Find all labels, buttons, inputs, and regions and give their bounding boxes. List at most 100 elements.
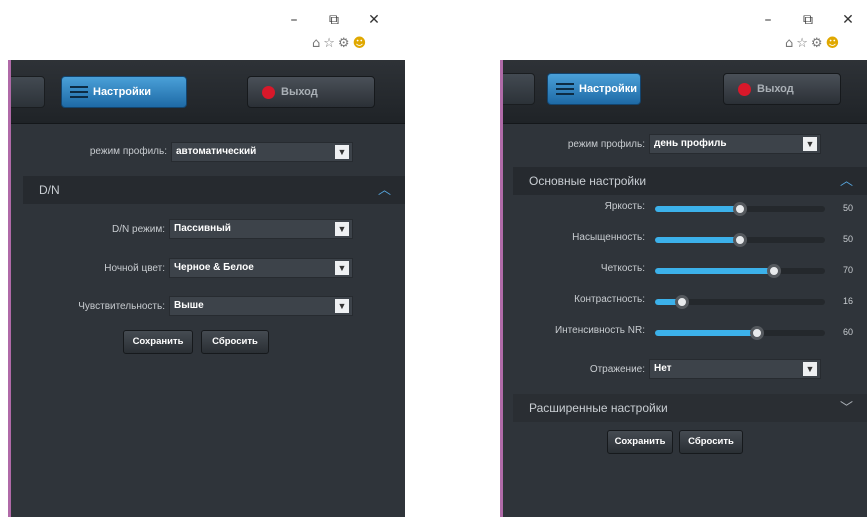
right-settings-body: режим профиль: день профиль ▼ Основные н… xyxy=(503,124,867,517)
restore-button[interactable]: ⧉ xyxy=(788,12,828,28)
mirror-value: Нет xyxy=(654,363,672,374)
sensitivity-label: Чувствительность: xyxy=(78,301,165,312)
list-icon xyxy=(70,86,88,98)
dn-mode-value: Пассивный xyxy=(174,223,231,234)
chevron-down-icon: ▼ xyxy=(335,299,349,313)
dn-mode-label: D/N режим: xyxy=(112,224,165,235)
left-settings-button[interactable]: Настройки xyxy=(61,76,187,108)
slider-track[interactable] xyxy=(655,295,825,309)
slider-fill xyxy=(655,206,740,212)
minimize-button[interactable]: – xyxy=(274,12,314,28)
slider-handle[interactable] xyxy=(750,326,764,340)
chevron-down-icon: ▼ xyxy=(335,145,349,159)
profile-mode-value: автоматический xyxy=(176,146,257,157)
chevron-down-icon: ﹀ xyxy=(839,400,853,415)
star-icon[interactable]: ☆ xyxy=(796,36,808,51)
slider-track[interactable] xyxy=(655,264,825,278)
close-button[interactable]: ✕ xyxy=(828,12,867,28)
slider-value: 50 xyxy=(843,203,854,213)
profile-mode-label: режим профиль: xyxy=(567,139,645,150)
home-icon[interactable]: ⌂ xyxy=(785,36,793,51)
left-window-controls: – ⧉ ✕ xyxy=(274,12,394,28)
slider-value: 16 xyxy=(843,296,854,306)
chevron-down-icon: ▼ xyxy=(803,362,817,376)
right-exit-button[interactable]: Выход xyxy=(723,73,841,105)
profile-mode-select[interactable]: день профиль ▼ xyxy=(649,134,821,154)
close-button[interactable]: ✕ xyxy=(354,12,394,28)
basic-settings-header[interactable]: Основные настройки ︿ xyxy=(513,167,867,195)
save-button[interactable]: Сохранить xyxy=(123,330,193,354)
sensitivity-value: Выше xyxy=(174,300,204,311)
left-exit-button[interactable]: Выход xyxy=(247,76,375,108)
dn-section-title: D/N xyxy=(39,183,60,197)
mirror-select[interactable]: Нет ▼ xyxy=(649,359,821,379)
exit-label: Выход xyxy=(281,86,318,98)
profile-mode-label: режим профиль: xyxy=(89,146,167,157)
settings-label: Настройки xyxy=(579,83,638,95)
right-topbar: Настройки Выход xyxy=(503,60,867,124)
gear-icon[interactable]: ⚙ xyxy=(338,36,350,51)
restore-button[interactable]: ⧉ xyxy=(314,12,354,28)
list-icon xyxy=(556,83,574,95)
chevron-up-icon: ︿ xyxy=(839,173,853,188)
minimize-button[interactable]: – xyxy=(748,12,788,28)
record-dot-icon xyxy=(262,85,275,99)
slider-track[interactable] xyxy=(655,326,825,340)
left-nav-button[interactable] xyxy=(11,76,45,108)
save-button[interactable]: Сохранить xyxy=(607,430,673,454)
chevron-down-icon: ▼ xyxy=(335,261,349,275)
left-settings-body: режим профиль: автоматический ▼ D/N ︿ D/… xyxy=(11,124,405,517)
basic-settings-title: Основные настройки xyxy=(529,174,647,188)
home-icon[interactable]: ⌂ xyxy=(312,36,320,51)
reset-button[interactable]: Сбросить xyxy=(679,430,743,454)
right-browser-toolbar-icons: ⌂ ☆ ⚙ ☻ xyxy=(785,36,839,51)
slider-fill xyxy=(655,237,740,243)
slider-value: 50 xyxy=(843,234,854,244)
slider-handle[interactable] xyxy=(675,295,690,309)
reset-button[interactable]: Сбросить xyxy=(201,330,269,354)
sensitivity-select[interactable]: Выше ▼ xyxy=(169,296,353,316)
star-icon[interactable]: ☆ xyxy=(323,36,335,51)
slider-fill xyxy=(655,330,757,336)
advanced-settings-title: Расширенные настройки xyxy=(529,401,668,415)
night-color-select[interactable]: Черное & Белое ▼ xyxy=(169,258,353,278)
exit-label: Выход xyxy=(757,83,794,95)
slider-track[interactable] xyxy=(655,233,825,247)
left-topbar: Настройки Выход xyxy=(11,60,405,124)
profile-mode-select[interactable]: автоматический ▼ xyxy=(171,142,353,162)
gear-icon[interactable]: ⚙ xyxy=(811,36,823,51)
right-window-controls: – ⧉ ✕ xyxy=(748,12,867,28)
slider-label: Контрастность: xyxy=(574,294,645,305)
left-browser-toolbar-icons: ⌂ ☆ ⚙ ☻ xyxy=(312,36,366,51)
dn-section-header[interactable]: D/N ︿ xyxy=(23,176,405,204)
slider-label: Насыщенность: xyxy=(572,232,645,243)
mirror-label: Отражение: xyxy=(589,364,645,375)
slider-handle[interactable] xyxy=(733,233,747,247)
slider-label: Яркость: xyxy=(604,201,645,212)
slider-track[interactable] xyxy=(655,202,825,216)
advanced-settings-header[interactable]: Расширенные настройки ﹀ xyxy=(513,394,867,422)
smiley-icon[interactable]: ☻ xyxy=(826,36,840,51)
right-camera-settings-app: Настройки Выход режим профиль: день проф… xyxy=(500,60,867,517)
right-browser-window: – ⧉ ✕ ⌂ ☆ ⚙ ☻ Настройки Выход режим проф… xyxy=(460,0,867,517)
chevron-up-icon: ︿ xyxy=(377,182,391,197)
slider-handle[interactable] xyxy=(767,264,781,278)
night-color-value: Черное & Белое xyxy=(174,262,254,273)
slider-fill xyxy=(655,268,774,274)
dn-mode-select[interactable]: Пассивный ▼ xyxy=(169,219,353,239)
smiley-icon[interactable]: ☻ xyxy=(353,36,367,51)
left-camera-settings-app: Настройки Выход режим профиль: автоматич… xyxy=(8,60,405,517)
slider-handle[interactable] xyxy=(733,202,747,216)
slider-value: 60 xyxy=(843,327,854,337)
slider-label: Четкость: xyxy=(600,263,645,274)
profile-mode-value: день профиль xyxy=(654,138,727,149)
slider-value: 70 xyxy=(843,265,854,275)
left-browser-window: – ⧉ ✕ ⌂ ☆ ⚙ ☻ Настройки Выход режим проф… xyxy=(0,0,410,517)
right-settings-button[interactable]: Настройки xyxy=(547,73,641,105)
chevron-down-icon: ▼ xyxy=(335,222,349,236)
chevron-down-icon: ▼ xyxy=(803,137,817,151)
night-color-label: Ночной цвет: xyxy=(104,263,165,274)
record-dot-icon xyxy=(738,82,751,96)
settings-label: Настройки xyxy=(93,86,152,98)
right-nav-button[interactable] xyxy=(503,73,535,105)
